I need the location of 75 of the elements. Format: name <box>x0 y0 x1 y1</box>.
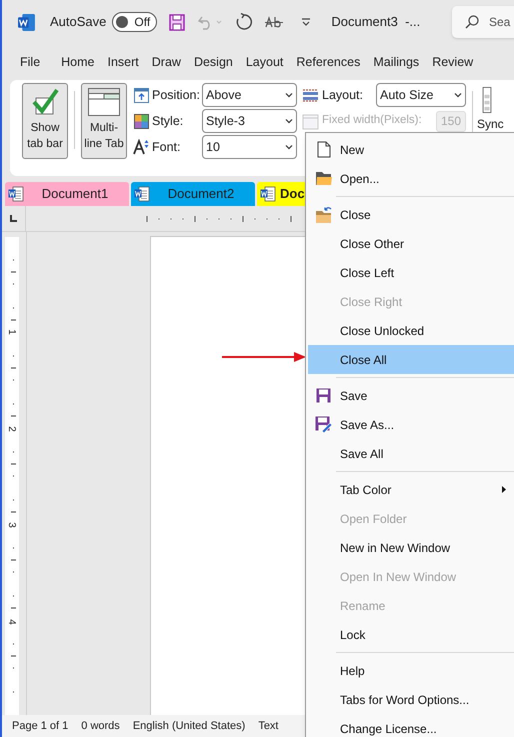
tab-stop-icon <box>10 215 17 222</box>
folder-icon <box>314 171 332 186</box>
field-label: Font: <box>152 138 182 156</box>
chevron-down-icon <box>454 92 462 98</box>
redo-icon[interactable] <box>235 13 254 31</box>
menu-item[interactable]: Save All <box>308 439 514 468</box>
menu-item[interactable]: Tabs for Word Options... <box>308 685 514 714</box>
document-tab[interactable]: Document2 <box>131 182 255 206</box>
status-text: Page 1 of 1 <box>12 718 68 734</box>
dropdown-field[interactable]: Style-3 <box>202 109 297 133</box>
field-label: Layout: <box>322 86 364 104</box>
toggle-button[interactable]: Show tab bar <box>22 83 68 159</box>
menu-tab[interactable]: Mailings <box>373 52 420 72</box>
menu-item[interactable]: Close Unlocked <box>308 316 514 345</box>
word-document-icon <box>8 186 24 202</box>
save-icon[interactable] <box>169 14 186 30</box>
floppy-disk-pen-icon <box>314 416 332 433</box>
chevron-down-icon <box>285 144 293 150</box>
search-field[interactable]: Sea <box>452 6 514 38</box>
chevron-down-icon <box>285 118 293 124</box>
document-tab[interactable]: Document1 <box>5 182 129 206</box>
field-label: Style: <box>152 112 184 130</box>
dropdown-field[interactable]: Above <box>202 83 297 107</box>
word-document-icon <box>134 186 150 202</box>
menu-item[interactable]: Close Other <box>308 229 514 258</box>
menu-item[interactable]: Open... <box>308 164 514 193</box>
menu-item[interactable]: Tab Color <box>308 475 514 504</box>
table-grid-icon <box>88 88 120 116</box>
word-document-icon <box>260 186 276 202</box>
toggle-button[interactable]: Multi-line Tab <box>81 83 127 159</box>
menu-tab[interactable]: Review <box>432 52 474 72</box>
menu-item[interactable]: Change License... <box>308 714 514 737</box>
field-label: Fixed width(Pixels): <box>322 113 423 128</box>
word-logo-icon <box>17 12 36 32</box>
autosave-toggle[interactable]: Off <box>112 12 158 32</box>
menu-tab[interactable]: Layout <box>246 52 284 72</box>
strikethrough-icon[interactable] <box>265 15 284 29</box>
field-label: Position: <box>152 86 201 104</box>
layout-icon <box>302 88 319 102</box>
menu-item[interactable]: New in New Window <box>308 533 514 562</box>
blank-page-icon <box>316 141 330 158</box>
menu-item[interactable]: New <box>308 135 514 164</box>
search-icon <box>465 15 479 29</box>
menu-tab[interactable]: Home <box>61 52 94 72</box>
submenu-arrow-icon <box>502 486 506 493</box>
chevron-down-icon <box>285 92 293 98</box>
autosave-label: AutoSave <box>50 13 106 32</box>
folder-arrow-icon <box>314 206 332 224</box>
dropdown-field[interactable]: 10 <box>202 135 297 159</box>
menu-tab[interactable]: References <box>296 52 360 72</box>
sync-icon <box>482 87 492 113</box>
menu-item[interactable]: Save <box>308 381 514 410</box>
menu-item[interactable]: Close <box>308 200 514 229</box>
font-size-icon <box>132 139 150 155</box>
position-icon <box>134 88 148 102</box>
checkmark-icon <box>31 88 59 116</box>
status-text: Text <box>258 718 278 734</box>
menu-tab[interactable]: Insert <box>108 52 139 72</box>
menu-tab[interactable]: File <box>20 52 40 72</box>
status-text: 0 words <box>81 718 120 734</box>
sync-label: Sync <box>477 118 504 131</box>
document-title: Document3 -... <box>331 13 420 32</box>
menu-item[interactable]: Close All <box>308 345 514 374</box>
color-grid-icon <box>134 114 148 128</box>
menu-item[interactable]: Close Left <box>308 258 514 287</box>
menu-item[interactable]: Save As... <box>308 410 514 439</box>
menu-item[interactable]: Help <box>308 656 514 685</box>
calendar-icon <box>302 112 319 130</box>
status-text: English (United States) <box>132 718 246 734</box>
ruler-number: 3 <box>6 522 16 528</box>
menu-item[interactable]: Lock <box>308 620 514 649</box>
customize-icon[interactable] <box>301 18 312 26</box>
menu-tab[interactable]: Draw <box>152 52 181 72</box>
menu-tab[interactable]: Design <box>194 52 233 72</box>
dropdown-field[interactable]: Auto Size <box>376 83 466 107</box>
